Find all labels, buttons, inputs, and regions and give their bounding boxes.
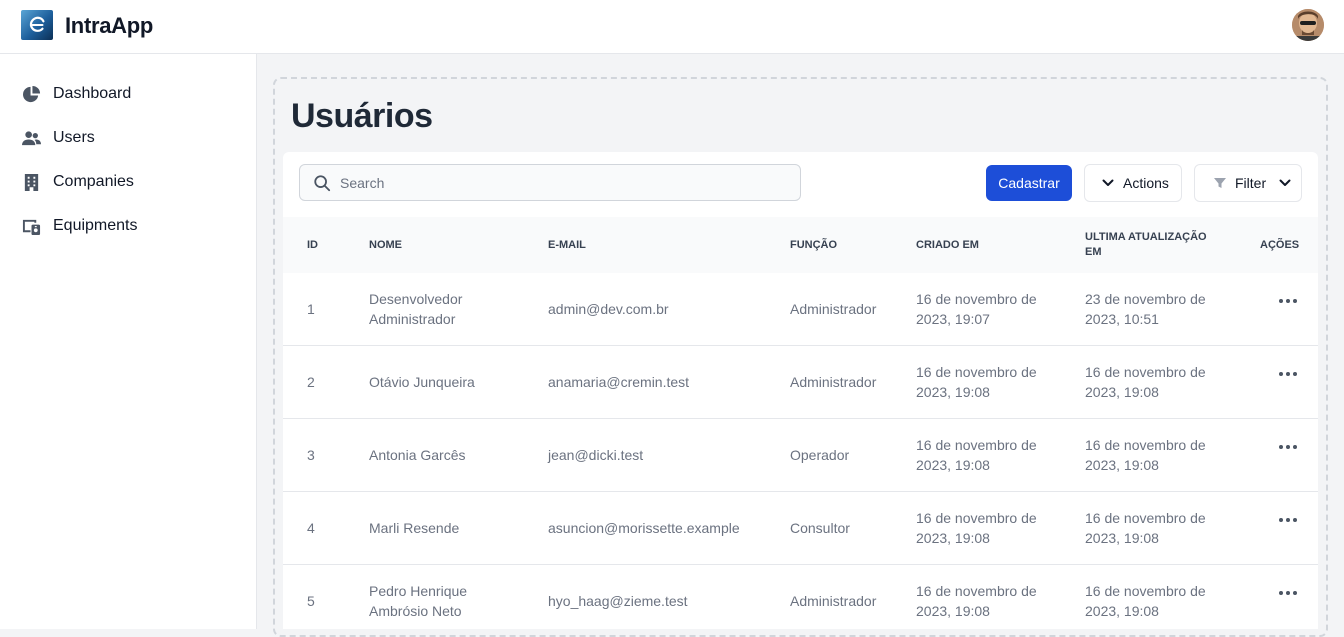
sidebar-item-companies[interactable]: Companies — [21, 170, 134, 194]
building-icon — [21, 172, 41, 192]
cell-id: 1 — [307, 301, 315, 317]
cell-role: Consultor — [790, 520, 850, 536]
user-avatar[interactable] — [1292, 9, 1324, 41]
more-options-icon[interactable] — [1277, 512, 1299, 528]
column-header-name[interactable]: NOME — [369, 217, 519, 273]
table-row[interactable]: 5 Pedro Henrique Ambrósio Neto hyo_haag@… — [283, 565, 1318, 629]
more-options-icon[interactable] — [1277, 585, 1299, 601]
funnel-icon — [1214, 178, 1226, 188]
cell-updated: 16 de novembro de 2023, 19:08 — [1085, 583, 1206, 619]
cell-email: asuncion@morissette.example — [548, 520, 740, 536]
sidebar-item-equipments[interactable]: Equipments — [21, 214, 138, 238]
column-header-updated[interactable]: ULTIMA ATUALIZAÇÃO EM — [1085, 217, 1215, 273]
equipment-icon — [21, 216, 41, 236]
cell-role: Administrador — [790, 374, 877, 390]
cell-role: Administrador — [790, 593, 877, 609]
more-options-icon[interactable] — [1277, 366, 1299, 382]
cell-email: jean@dicki.test — [548, 447, 644, 463]
sidebar-item-dashboard[interactable]: Dashboard — [21, 82, 131, 106]
chevron-down-icon — [1102, 179, 1114, 186]
filter-label: Filter — [1235, 175, 1267, 191]
cell-name: Pedro Henrique Ambrósio Neto — [369, 583, 468, 619]
column-header-actions: AÇÕES — [1260, 238, 1300, 251]
table-header: ID NOME E-MAIL FUNÇÃO CRIADO EM ULTIMA A… — [283, 217, 1318, 273]
column-header-email[interactable]: E-MAIL — [548, 217, 778, 273]
table-row[interactable]: 4 Marli Resende asuncion@morissette.exam… — [283, 492, 1318, 565]
sidebar-item-label: Dashboard — [53, 85, 132, 102]
cell-role: Administrador — [790, 301, 877, 317]
cell-updated: 23 de novembro de 2023, 10:51 — [1085, 291, 1206, 327]
more-options-icon[interactable] — [1277, 293, 1299, 309]
sidebar-item-label: Users — [53, 129, 95, 146]
cell-id: 3 — [307, 447, 315, 463]
top-bar: IntraApp — [0, 0, 1344, 54]
search-input[interactable] — [340, 165, 790, 200]
sidebar-item-label: Equipments — [53, 217, 138, 234]
sidebar-item-users[interactable]: Users — [21, 126, 95, 150]
table-row[interactable]: 2 Otávio Junqueira anamaria@cremin.test … — [283, 346, 1318, 419]
app-logo-icon[interactable] — [21, 10, 53, 40]
sidebar: Dashboard Users Companies Equipments — [0, 54, 257, 629]
cell-id: 2 — [307, 374, 315, 390]
page-title: Usuários — [291, 97, 433, 135]
column-header-role[interactable]: FUNÇÃO — [790, 217, 910, 273]
cell-name: Otávio Junqueira — [369, 374, 475, 390]
cell-created: 16 de novembro de 2023, 19:08 — [916, 437, 1037, 473]
cell-id: 4 — [307, 520, 315, 536]
pie-chart-icon — [21, 84, 41, 104]
more-options-icon[interactable] — [1277, 439, 1299, 455]
column-header-id[interactable]: ID — [307, 217, 347, 273]
app-title[interactable]: IntraApp — [65, 13, 153, 39]
table-row[interactable]: 1 Desenvolvedor Administrador admin@dev.… — [283, 273, 1318, 346]
cell-updated: 16 de novembro de 2023, 19:08 — [1085, 364, 1206, 400]
actions-button[interactable]: Actions — [1084, 164, 1182, 202]
cell-created: 16 de novembro de 2023, 19:07 — [916, 291, 1037, 327]
cell-created: 16 de novembro de 2023, 19:08 — [916, 583, 1037, 619]
cell-name: Marli Resende — [369, 520, 460, 536]
cell-updated: 16 de novembro de 2023, 19:08 — [1085, 437, 1206, 473]
users-icon — [21, 128, 41, 148]
filter-button[interactable]: Filter — [1194, 164, 1302, 202]
chevron-down-icon — [1279, 179, 1291, 186]
cell-email: anamaria@cremin.test — [548, 374, 690, 390]
cell-email: admin@dev.com.br — [548, 301, 669, 317]
cell-role: Operador — [790, 447, 850, 463]
table-row[interactable]: 3 Antonia Garcês jean@dicki.test Operado… — [283, 419, 1318, 492]
column-header-created[interactable]: CRIADO EM — [916, 217, 1066, 273]
actions-label: Actions — [1123, 175, 1169, 191]
create-button[interactable]: Cadastrar — [986, 165, 1072, 201]
search-box[interactable] — [299, 164, 801, 201]
cell-email: hyo_haag@zieme.test — [548, 593, 688, 609]
cell-created: 16 de novembro de 2023, 19:08 — [916, 510, 1037, 546]
cell-name: Desenvolvedor Administrador — [369, 291, 463, 327]
cell-name: Antonia Garcês — [369, 447, 466, 463]
search-icon — [314, 175, 331, 192]
cell-updated: 16 de novembro de 2023, 19:08 — [1085, 510, 1206, 546]
cell-created: 16 de novembro de 2023, 19:08 — [916, 364, 1037, 400]
sidebar-item-label: Companies — [53, 173, 134, 190]
cell-id: 5 — [307, 593, 315, 609]
